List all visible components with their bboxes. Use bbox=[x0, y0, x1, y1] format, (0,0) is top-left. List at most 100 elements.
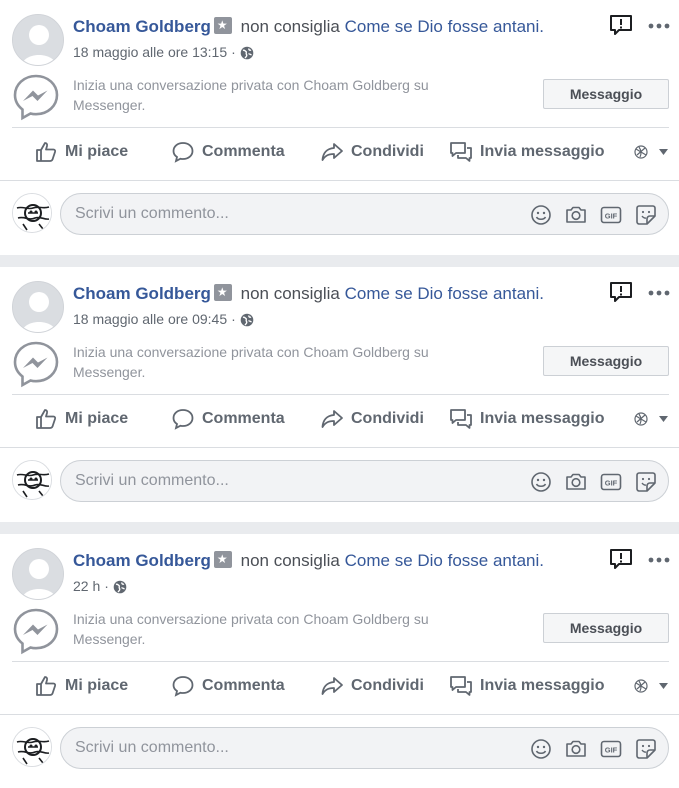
globe-icon[interactable] bbox=[113, 580, 127, 594]
page-link[interactable]: Come se Dio fosse antani. bbox=[345, 551, 544, 570]
share-arrow-icon bbox=[321, 410, 343, 428]
author-avatar[interactable] bbox=[12, 281, 64, 333]
audience-selector-icon[interactable] bbox=[633, 677, 669, 695]
messenger-icon bbox=[13, 341, 59, 388]
feed-post: Choam Goldberg non consiglia Come se Dio… bbox=[0, 0, 679, 255]
emoji-icon[interactable] bbox=[529, 203, 553, 227]
post-meta: 18 maggio alle ore 13:15 · bbox=[73, 44, 254, 60]
more-options-icon[interactable] bbox=[647, 288, 671, 298]
author-avatar[interactable] bbox=[12, 14, 64, 66]
share-label: Condividi bbox=[351, 410, 424, 427]
current-user-avatar[interactable] bbox=[12, 727, 52, 767]
comment-placeholder: Scrivi un commento... bbox=[75, 472, 229, 489]
globe-icon[interactable] bbox=[240, 313, 254, 327]
author-name[interactable]: Choam Goldberg bbox=[73, 551, 211, 570]
comment-placeholder: Scrivi un commento... bbox=[75, 205, 229, 222]
messenger-text: Inizia una conversazione privata con Cho… bbox=[73, 611, 429, 647]
comment-bubble-icon bbox=[172, 676, 194, 697]
user-avatar-icon bbox=[13, 461, 51, 499]
post-verb: non consiglia bbox=[240, 551, 340, 570]
send-message-label: Invia messaggio bbox=[480, 410, 605, 427]
page-link[interactable]: Come se Dio fosse antani. bbox=[345, 17, 544, 36]
post-title: Choam Goldberg non consiglia Come se Dio… bbox=[73, 550, 544, 572]
like-button[interactable]: Mi piace bbox=[34, 661, 128, 711]
post-timestamp[interactable]: 18 maggio alle ore 09:45 bbox=[73, 311, 227, 327]
report-icon[interactable] bbox=[609, 547, 633, 571]
post-actions: Mi piace Commenta Condividi Invia messag… bbox=[12, 127, 669, 177]
comment-input[interactable]: Scrivi un commento... GIF bbox=[60, 727, 669, 769]
user-avatar-icon bbox=[13, 728, 51, 766]
report-icon[interactable] bbox=[609, 280, 633, 304]
sticker-icon[interactable] bbox=[634, 203, 658, 227]
gif-icon[interactable]: GIF bbox=[599, 470, 623, 494]
comment-input[interactable]: Scrivi un commento... GIF bbox=[60, 193, 669, 235]
share-label: Condividi bbox=[351, 677, 424, 694]
comment-button[interactable]: Commenta bbox=[171, 661, 285, 711]
comment-composer: Scrivi un commento... GIF bbox=[0, 180, 679, 255]
post-timestamp[interactable]: 22 h bbox=[73, 578, 100, 594]
like-button[interactable]: Mi piace bbox=[34, 394, 128, 444]
thumbs-up-icon bbox=[36, 142, 57, 162]
share-button[interactable]: Condividi bbox=[320, 127, 424, 177]
gif-icon[interactable]: GIF bbox=[599, 737, 623, 761]
send-message-button[interactable]: Invia messaggio bbox=[449, 394, 605, 444]
more-options-icon[interactable] bbox=[647, 21, 671, 31]
messenger-prompt: Inizia una conversazione privata con Cho… bbox=[12, 68, 669, 126]
comment-input[interactable]: Scrivi un commento... GIF bbox=[60, 460, 669, 502]
comment-composer: Scrivi un commento... GIF bbox=[0, 714, 679, 788]
report-icon[interactable] bbox=[609, 13, 633, 37]
messenger-text: Inizia una conversazione privata con Cho… bbox=[73, 77, 429, 113]
post-actions: Mi piace Commenta Condividi Invia messag… bbox=[12, 394, 669, 444]
user-avatar-icon bbox=[13, 194, 51, 232]
composer-tools: GIF bbox=[518, 737, 658, 761]
more-options-icon[interactable] bbox=[647, 555, 671, 565]
author-name[interactable]: Choam Goldberg bbox=[73, 284, 211, 303]
sticker-icon[interactable] bbox=[634, 737, 658, 761]
composer-tools: GIF bbox=[518, 203, 658, 227]
share-button[interactable]: Condividi bbox=[320, 394, 424, 444]
message-button[interactable]: Messaggio bbox=[543, 79, 669, 109]
author-name[interactable]: Choam Goldberg bbox=[73, 17, 211, 36]
send-message-button[interactable]: Invia messaggio bbox=[449, 127, 605, 177]
current-user-avatar[interactable] bbox=[12, 460, 52, 500]
camera-icon[interactable] bbox=[564, 203, 588, 227]
news-feed: Choam Goldberg non consiglia Come se Dio… bbox=[0, 0, 679, 788]
send-message-label: Invia messaggio bbox=[480, 677, 605, 694]
messenger-icon bbox=[13, 74, 59, 121]
like-label: Mi piace bbox=[65, 677, 129, 694]
emoji-icon[interactable] bbox=[529, 737, 553, 761]
comment-button[interactable]: Commenta bbox=[171, 394, 285, 444]
comment-label: Commenta bbox=[202, 410, 285, 427]
share-arrow-icon bbox=[321, 677, 343, 695]
messenger-prompt: Inizia una conversazione privata con Cho… bbox=[12, 602, 669, 660]
message-button[interactable]: Messaggio bbox=[543, 613, 669, 643]
audience-selector-icon[interactable] bbox=[633, 410, 669, 428]
send-message-button[interactable]: Invia messaggio bbox=[449, 661, 605, 711]
post-meta: 22 h · bbox=[73, 578, 127, 594]
composer-tools: GIF bbox=[518, 470, 658, 494]
send-message-icon bbox=[450, 142, 472, 162]
post-title: Choam Goldberg non consiglia Come se Dio… bbox=[73, 16, 544, 38]
star-badge-icon bbox=[213, 551, 232, 568]
sticker-icon[interactable] bbox=[634, 470, 658, 494]
messenger-text: Inizia una conversazione privata con Cho… bbox=[73, 344, 429, 380]
page-link[interactable]: Come se Dio fosse antani. bbox=[345, 284, 544, 303]
globe-icon[interactable] bbox=[240, 46, 254, 60]
current-user-avatar[interactable] bbox=[12, 193, 52, 233]
comment-button[interactable]: Commenta bbox=[171, 127, 285, 177]
camera-icon[interactable] bbox=[564, 470, 588, 494]
share-button[interactable]: Condividi bbox=[320, 661, 424, 711]
camera-icon[interactable] bbox=[564, 737, 588, 761]
gif-icon[interactable]: GIF bbox=[599, 203, 623, 227]
audience-selector-icon[interactable] bbox=[633, 143, 669, 161]
message-button[interactable]: Messaggio bbox=[543, 346, 669, 376]
thumbs-up-icon bbox=[36, 676, 57, 696]
send-message-icon bbox=[450, 409, 472, 429]
like-button[interactable]: Mi piace bbox=[34, 127, 128, 177]
like-label: Mi piace bbox=[65, 143, 129, 160]
post-timestamp[interactable]: 18 maggio alle ore 13:15 bbox=[73, 44, 227, 60]
emoji-icon[interactable] bbox=[529, 470, 553, 494]
share-arrow-icon bbox=[321, 143, 343, 161]
default-user-avatar-icon bbox=[13, 15, 63, 65]
author-avatar[interactable] bbox=[12, 548, 64, 600]
